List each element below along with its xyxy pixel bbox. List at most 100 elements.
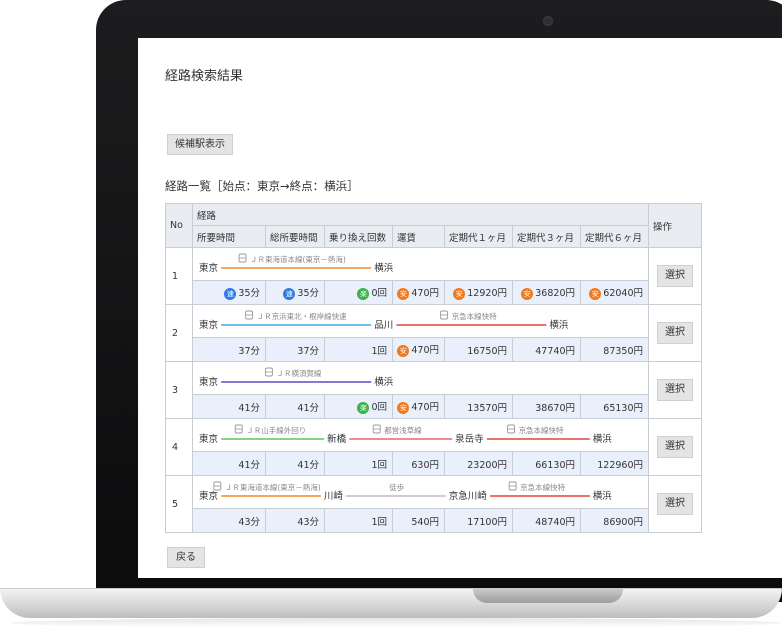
commuter-1m-cell: 17100円 [444,508,513,533]
station-name: 川崎 [324,490,344,502]
camera-icon [543,16,553,26]
required-time-cell: 37分 [192,337,266,362]
operation-cell: 選択 [648,247,703,305]
commuter-1m-value: 17100円 [467,516,507,528]
commuter-1m-cell: 13570円 [444,394,513,419]
line-name: ＪＲ東海道本線(東京－熱海) [250,254,346,264]
easy-badge-icon: 楽 [357,401,370,414]
transfers-value: 0回 [371,288,387,300]
route-diagram-svg: 東京 ＪＲ東海道本線(東京－熱海) 横浜 [199,253,394,274]
route-row: 5 東京 ＪＲ東海道本線(東京－熱海) 川崎 徒歩 京急川崎 京急本線快特 横浜 選択 [165,475,703,533]
route-row: 1 東京 ＪＲ東海道本線(東京－熱海) 横浜 選択 [165,247,703,305]
line-name: ＪＲ横須賀線 [276,368,321,378]
route-row: 3 東京 ＪＲ横須賀線横浜 選択 [165,361,703,419]
candidate-stations-button[interactable]: 候補駅表示 [167,134,233,155]
required-time-value: 35分 [238,288,260,300]
route-number: 2 [165,304,193,362]
station-name: 横浜 [374,376,394,388]
select-route-button[interactable]: 選択 [657,493,694,515]
total-time-value: 35分 [297,288,319,300]
line-name: 徒歩 [389,482,404,492]
commuter-6m-value: 87350円 [603,345,644,357]
route-table: No 経路 操作 所要時間 総所要時間 乗り換え回数 運賃 定期代１ヶ月 定期代… [165,203,703,533]
fare-cell: 安 470円 [392,280,445,305]
total-time-value: 43分 [297,516,319,528]
header-transfers: 乗り換え回数 [324,225,393,248]
route-diagram-svg: 東京 ＪＲ山手線外回り新橋 都営浅草線泉岳寺 京急本線快特横浜 [199,424,613,445]
commuter-3m-cell: 48740円 [512,508,581,533]
total-time-cell: 41分 [265,451,325,476]
required-time-cell: 43分 [192,508,266,533]
commuter-3m-value: 66130円 [535,459,575,471]
route-number: 3 [165,361,193,419]
header-required-time: 所要時間 [192,225,266,248]
total-time-cell: 41分 [265,394,325,419]
operation-cell: 選択 [648,418,703,476]
commuter-1m-value: 23200円 [467,459,507,471]
route-number: 1 [165,247,193,305]
fare-cell: 安 470円 [392,394,445,419]
fare-cell: 540円 [392,508,445,533]
required-time-cell: 41分 [192,394,266,419]
station-name: 横浜 [549,319,569,331]
select-route-button[interactable]: 選択 [657,379,694,401]
header-fare: 運賃 [392,225,445,248]
station-name: 横浜 [593,433,613,445]
required-time-value: 41分 [238,459,260,471]
select-route-button[interactable]: 選択 [657,322,694,344]
station-name: 東京 [199,262,218,274]
commuter-1m-cell: 16750円 [444,337,513,362]
cheap-badge-icon: 安 [397,287,410,300]
station-name: 東京 [199,376,218,388]
total-time-value: 41分 [297,402,319,414]
total-time-value: 37分 [297,345,319,357]
route-diagram-svg: 東京 ＪＲ東海道本線(東京－熱海)川崎 徒歩京急川崎 京急本線快特横浜 [199,481,612,502]
route-diagram: 東京 ＪＲ東海道本線(東京－熱海) 横浜 [191,247,650,281]
station-name: 東京 [199,433,218,445]
transfers-value: 1回 [371,459,387,471]
commuter-6m-value: 86900円 [603,516,644,528]
station-name: 東京 [199,319,218,331]
route-row: 4 東京 ＪＲ山手線外回り 新橋 都営浅草線 泉岳寺 京急本線快特 横浜 選択 [165,418,703,476]
commuter-3m-cell: 安 36820円 [512,280,581,305]
line-name: 京急本線快特 [452,311,497,321]
train-icon [238,253,247,263]
fare-cell: 630円 [392,451,445,476]
required-time-cell: 速 35分 [192,280,266,305]
commuter-1m-value: 12920円 [467,288,507,300]
operation-cell: 選択 [648,304,703,362]
cheap-badge-icon: 安 [453,287,466,300]
train-icon [440,310,449,320]
route-list-title: 経路一覧［始点：東京→終点：横浜］ [165,179,359,193]
line-name: ＪＲ京浜東北・根岸線快速 [257,311,347,321]
train-icon [372,424,381,434]
header-commuter-3m: 定期代３ヶ月 [512,225,581,248]
route-row: 2 東京 ＪＲ京浜東北・根岸線快速品川 京急本線快特横浜 選択 [165,304,703,362]
transfers-value: 0回 [371,402,387,414]
transfers-value: 1回 [371,345,387,357]
fare-value: 540円 [411,516,439,528]
cheap-badge-icon: 安 [589,287,602,300]
commuter-3m-value: 48740円 [535,516,575,528]
route-values-row: 速 35分速 35分楽 0回安 470円安 12920円安 36820円安 62040円 [166,280,702,305]
train-icon [264,367,273,377]
commuter-1m-cell: 23200円 [444,451,513,476]
laptop-base [0,588,782,618]
route-table-body: 1 東京 ＪＲ東海道本線(東京－熱海) 横浜 選択速 35分速 35分楽 0回安 470円安 12… [165,247,703,533]
header-route: 経路 [191,203,650,226]
route-number: 5 [165,475,193,533]
back-button[interactable]: 戻る [167,547,205,568]
commuter-3m-cell: 66130円 [512,451,581,476]
route-values-row: 37分 37分 1回安 470円 16750円 47740円 87350円 [166,337,702,362]
station-name: 品川 [374,320,393,331]
cheap-badge-icon: 安 [397,344,410,357]
select-route-button[interactable]: 選択 [657,265,694,287]
route-number: 4 [165,418,193,476]
operation-cell: 選択 [648,475,703,533]
commuter-3m-value: 36820円 [535,288,575,300]
header-commuter-6m: 定期代６ヶ月 [579,225,650,248]
select-route-button[interactable]: 選択 [657,436,694,458]
fare-value: 470円 [411,288,439,300]
cheap-badge-icon: 安 [397,401,410,414]
total-time-value: 41分 [297,459,319,471]
